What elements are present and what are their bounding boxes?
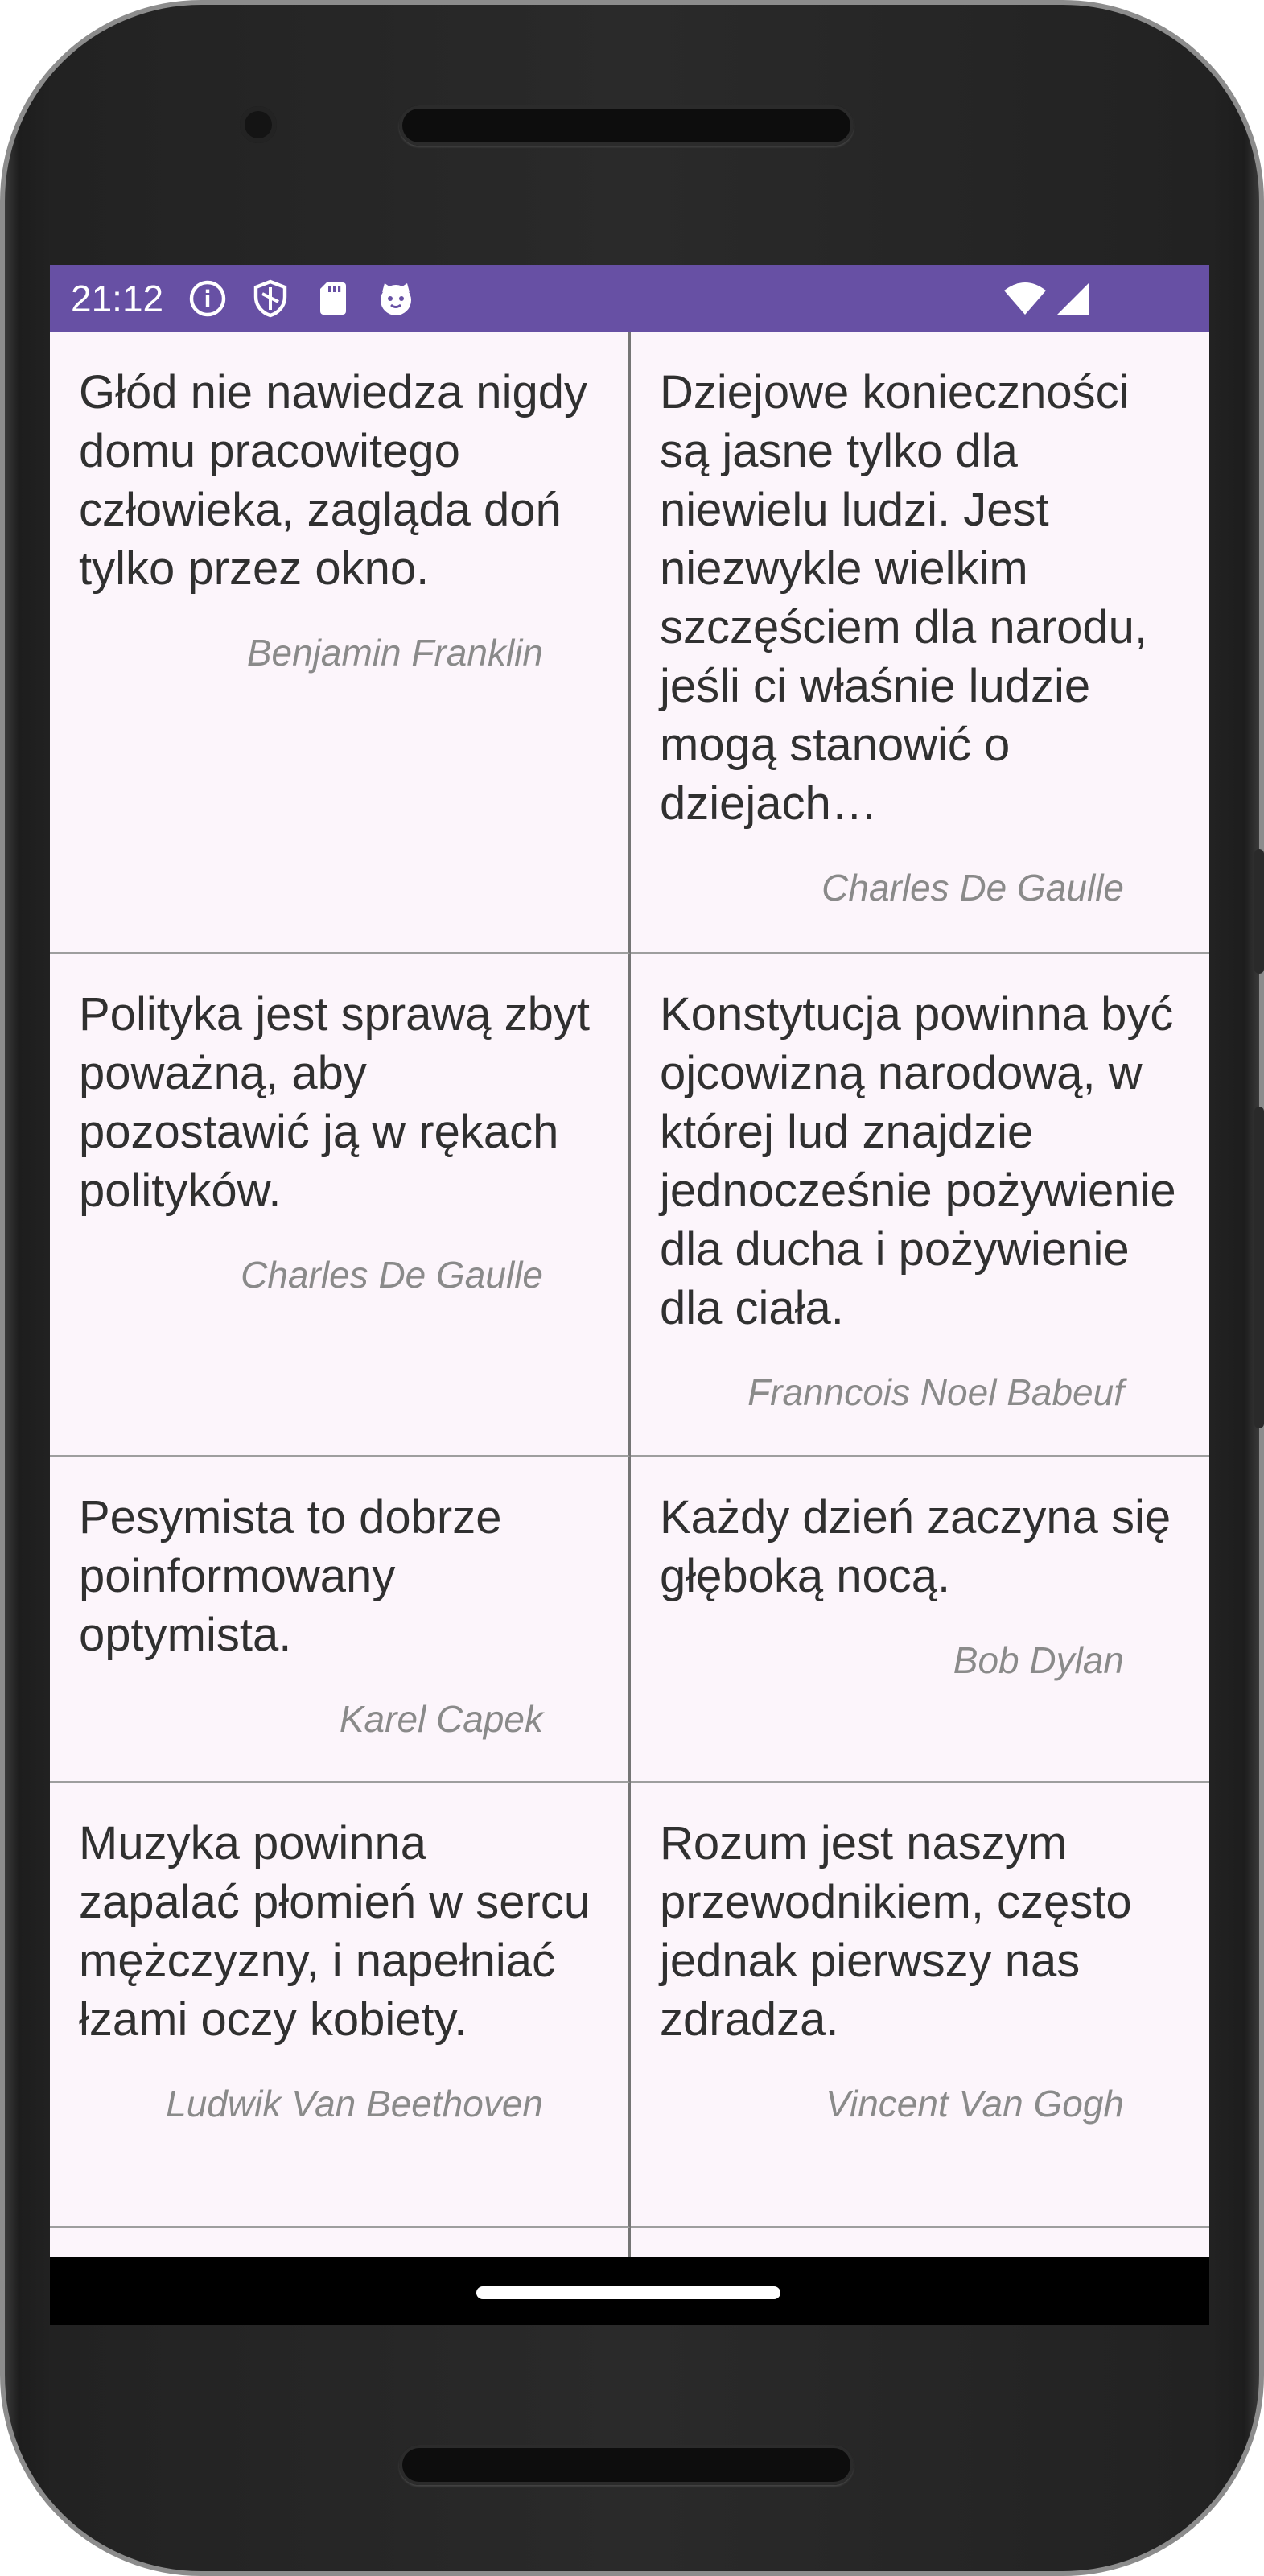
quote-card[interactable]: Dziejowe konieczności są jasne tylko dla… [631, 332, 1209, 954]
quote-card[interactable]: Rozum jest naszym przewodnikiem, często … [631, 1783, 1209, 2228]
quote-text: Dziejowe konieczności są jasne tylko dla… [660, 366, 1148, 830]
wifi-icon [1004, 282, 1046, 315]
quote-card[interactable]: Głód nie nawiedza nigdy domu pracowitego… [50, 332, 631, 954]
quote-text: Głód nie nawiedza nigdy domu pracowitego… [79, 366, 587, 595]
quote-author: Bob Dylan [953, 1639, 1124, 1681]
quote-text: Pesymista to dobrze poinformowany optymi… [79, 1491, 502, 1661]
status-clock: 21:12 [71, 278, 164, 319]
shield-icon [253, 279, 287, 318]
quote-text: Każdy dzień zaczyna się głęboką nocą. [660, 1491, 1171, 1602]
quote-text: Polityka jest sprawą zbyt poważną, aby p… [79, 988, 591, 1217]
quote-card[interactable]: Konstytucja powinna być ojcowizną narodo… [631, 954, 1209, 1457]
quote-card[interactable]: Polityka jest sprawą zbyt poważną, aby p… [50, 954, 631, 1457]
quote-text: Konstytucja powinna być ojcowizną narodo… [660, 988, 1176, 1334]
quote-author: Franncois Noel Babeuf [747, 1371, 1124, 1413]
quote-author: Karel Capek [339, 1698, 543, 1740]
quote-author: Ludwik Van Beethoven [166, 2083, 543, 2125]
status-bar: 21:12 [50, 265, 1209, 332]
quote-card[interactable]: Pesymista to dobrze poinformowany optymi… [50, 1457, 631, 1783]
sd-card-icon [320, 282, 346, 315]
cellular-signal-icon [1057, 282, 1089, 315]
info-icon [189, 280, 226, 317]
navigation-bar [50, 2257, 1209, 2325]
home-gesture-handle[interactable] [476, 2286, 780, 2299]
quote-author: Vincent Van Gogh [826, 2083, 1124, 2125]
power-button [1254, 849, 1264, 974]
quote-text: Muzyka powinna zapalać płomień w sercu m… [79, 1817, 591, 2046]
quote-card[interactable]: Każdy dzień zaczyna się głęboką nocą. Bo… [631, 1457, 1209, 1783]
cat-face-icon [381, 283, 411, 315]
front-camera [240, 106, 277, 143]
quote-text: Rozum jest naszym przewodnikiem, często … [660, 1817, 1132, 2046]
volume-button [1254, 1107, 1264, 1428]
quote-author: Benjamin Franklin [246, 632, 543, 674]
top-speaker [399, 105, 854, 146]
quote-author: Charles De Gaulle [821, 867, 1124, 909]
quote-author: Charles De Gaulle [241, 1254, 543, 1296]
quote-card[interactable]: Muzyka powinna zapalać płomień w sercu m… [50, 1783, 631, 2228]
bottom-speaker [399, 2445, 854, 2485]
quotes-grid: Głód nie nawiedza nigdy domu pracowitego… [50, 332, 1209, 2277]
screen: 21:12 Głód nie nawiedza nigdy domu praco… [50, 265, 1209, 2325]
